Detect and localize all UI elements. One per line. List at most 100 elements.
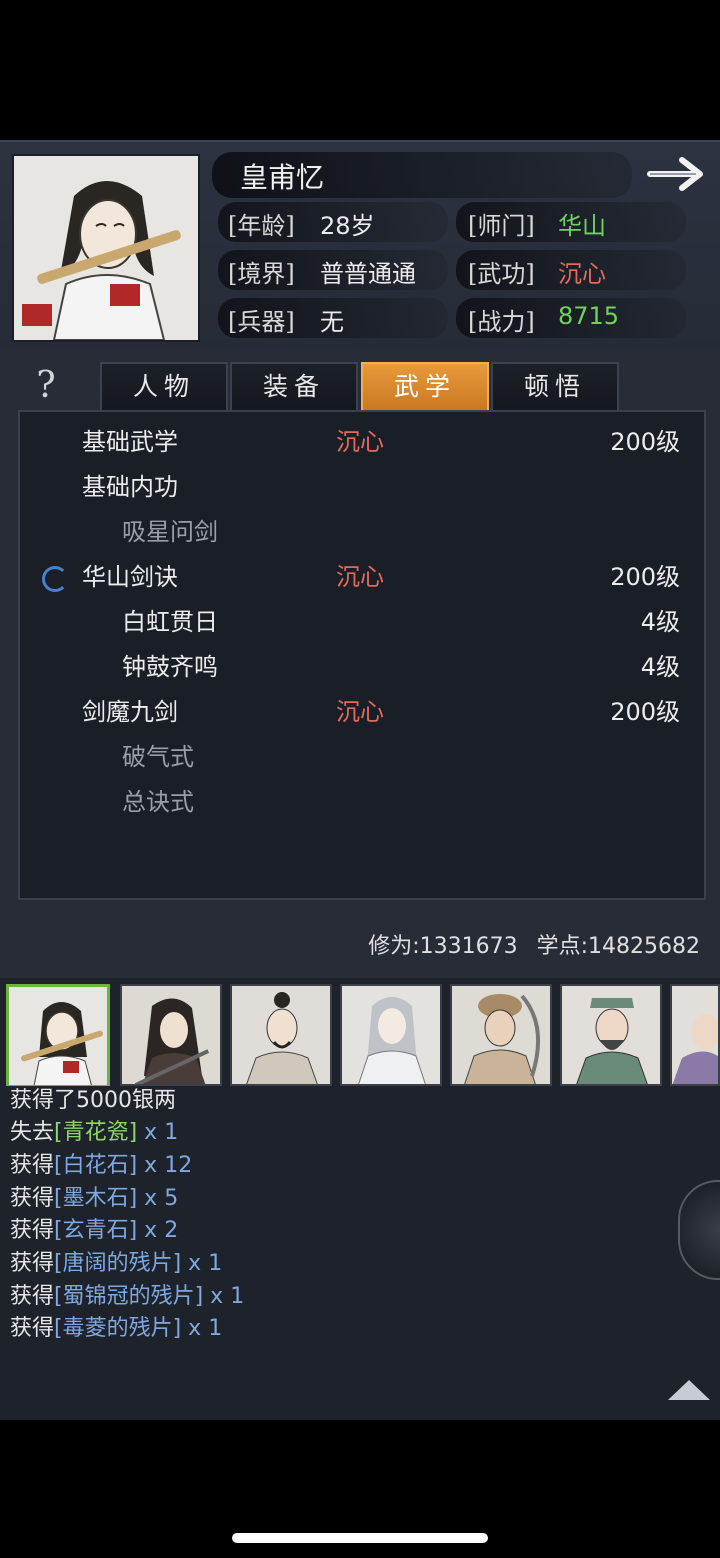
log-qty: x 1 <box>181 1251 223 1276</box>
elder-scholar-portrait-icon <box>562 986 660 1084</box>
log-item: [玄青石] <box>54 1218 138 1243</box>
active-skill-spinner-icon <box>42 566 68 592</box>
log-qty: x 1 <box>203 1284 245 1309</box>
bearded-swordsman-portrait-icon <box>232 986 330 1084</box>
character-thumb[interactable] <box>560 984 662 1086</box>
character-strip <box>0 978 720 1088</box>
character-thumb[interactable] <box>340 984 442 1086</box>
log-prefix: 获得了5000银两 <box>10 1088 176 1113</box>
character-thumb[interactable] <box>6 984 110 1088</box>
skill-level: 4级 <box>640 653 680 681</box>
tab-martial-arts[interactable]: 武学 <box>361 362 489 412</box>
character-portrait <box>12 154 200 342</box>
power-label: [战力] <box>468 308 535 336</box>
log-item: [毒菱的残片] <box>54 1316 182 1341</box>
age-value: 28岁 <box>320 212 375 240</box>
log-line: 获得[毒菱的残片] x 1 <box>10 1310 222 1342</box>
character-thumb[interactable] <box>670 984 720 1086</box>
tab-character[interactable]: 人物 <box>100 362 228 412</box>
skill-row[interactable]: 钟鼓齐鸣 4级 <box>20 645 704 690</box>
partial-portrait-icon <box>672 986 718 1084</box>
event-log: 获得了5000银两 失去[青花瓷] x 1 获得[白花石] x 12 获得[墨木… <box>0 1086 720 1420</box>
help-button[interactable]: ? <box>26 366 66 406</box>
next-character-arrow-icon[interactable] <box>646 154 710 194</box>
skill-level: 4级 <box>640 608 680 636</box>
character-name: 皇甫忆 <box>240 161 325 194</box>
log-qty: x 5 <box>137 1186 179 1211</box>
skill-row[interactable]: 华山剑诀 沉心 200级 <box>20 555 704 600</box>
log-line: 获得[白花石] x 12 <box>10 1147 192 1179</box>
skill-name: 基础武学 <box>82 428 178 456</box>
log-item: [墨木石] <box>54 1186 138 1211</box>
skill-row[interactable]: 基础武学 沉心 200级 <box>20 420 704 465</box>
skill-row[interactable]: 总诀式 <box>20 780 704 825</box>
log-item: [蜀锦冠的残片] <box>54 1284 204 1309</box>
skill-name: 基础内功 <box>82 473 178 501</box>
log-line: 失去[青花瓷] x 1 <box>10 1114 178 1146</box>
character-thumb[interactable] <box>450 984 552 1086</box>
log-prefix: 获得 <box>10 1316 55 1341</box>
skill-state: 沉心 <box>336 428 384 456</box>
log-prefix: 获得 <box>10 1153 55 1178</box>
age-label: [年龄] <box>228 212 295 240</box>
log-qty: x 12 <box>137 1153 193 1178</box>
skill-level: 200级 <box>610 563 680 591</box>
skill-row[interactable]: 基础内功 <box>20 465 704 510</box>
realm-value: 普普通通 <box>320 260 416 288</box>
weapon-label: [兵器] <box>228 308 295 336</box>
skill-level: 200级 <box>610 428 680 456</box>
skill-name: 白虹贯日 <box>122 608 218 636</box>
study-points: 学点:14825682 <box>536 934 700 959</box>
log-line: 获得[玄青石] x 2 <box>10 1212 178 1244</box>
log-qty: x 2 <box>137 1218 179 1243</box>
swordsman-portrait-icon <box>122 986 220 1084</box>
tab-enlightenment[interactable]: 顿悟 <box>491 362 619 412</box>
skill-name: 钟鼓齐鸣 <box>122 653 218 681</box>
skill-row[interactable]: 吸星问剑 <box>20 510 704 555</box>
log-prefix: 获得 <box>10 1186 55 1211</box>
points-readout: 修为:1331673 学点:14825682 <box>368 928 700 960</box>
martial-value: 沉心 <box>558 260 606 288</box>
skill-state: 沉心 <box>336 698 384 726</box>
character-header: 皇甫忆 [年龄] 28岁 [师门] 华山 [境界] 普普通通 [武功] 沉心 [… <box>0 140 720 352</box>
home-indicator[interactable] <box>232 1533 488 1543</box>
sect-value: 华山 <box>558 212 606 240</box>
skill-name: 吸星问剑 <box>122 518 218 546</box>
log-item: [白花石] <box>54 1153 138 1178</box>
skill-name: 华山剑诀 <box>82 563 178 591</box>
scroll-up-triangle-icon[interactable] <box>668 1380 710 1400</box>
fur-hat-warrior-portrait-icon <box>452 986 550 1084</box>
log-line: 获得[蜀锦冠的残片] x 1 <box>10 1278 244 1310</box>
log-qty: x 1 <box>137 1120 179 1145</box>
skill-level: 200级 <box>610 698 680 726</box>
tab-equipment[interactable]: 装备 <box>230 362 358 412</box>
skill-name: 破气式 <box>122 743 194 771</box>
skill-name: 总诀式 <box>122 788 194 816</box>
character-thumb[interactable] <box>230 984 332 1086</box>
skill-row[interactable]: 剑魔九剑 沉心 200级 <box>20 690 704 735</box>
martial-label: [武功] <box>468 260 535 288</box>
cultivation-points: 修为:1331673 <box>368 934 518 959</box>
skill-row[interactable]: 破气式 <box>20 735 704 780</box>
character-thumb[interactable] <box>120 984 222 1086</box>
log-line: 获得[唐阔的残片] x 1 <box>10 1245 222 1277</box>
log-prefix: 获得 <box>10 1284 55 1309</box>
log-prefix: 获得 <box>10 1218 55 1243</box>
log-item: [青花瓷] <box>54 1120 138 1145</box>
log-qty: x 1 <box>181 1316 223 1341</box>
martial-arts-panel: ? 人物 装备 武学 顿悟 基础武学 沉心 200级 基础内功 吸星问剑 华山剑… <box>0 350 720 978</box>
weapon-value: 无 <box>320 308 344 336</box>
skills-list: 基础武学 沉心 200级 基础内功 吸星问剑 华山剑诀 沉心 200级 白虹贯日… <box>18 410 706 900</box>
log-line: 获得了5000银两 <box>10 1086 176 1114</box>
white-haired-hero-portrait-icon <box>342 986 440 1084</box>
skill-row[interactable]: 白虹贯日 4级 <box>20 600 704 645</box>
scholar-flute-portrait-icon <box>9 987 107 1085</box>
log-prefix: 失去 <box>10 1120 55 1145</box>
log-item: [唐阔的残片] <box>54 1251 182 1276</box>
log-line: 获得[墨木石] x 5 <box>10 1180 178 1212</box>
skill-state: 沉心 <box>336 563 384 591</box>
scholar-flute-portrait-icon <box>14 156 198 340</box>
power-value: 8715 <box>558 302 620 330</box>
sect-label: [师门] <box>468 212 535 240</box>
realm-label: [境界] <box>228 260 295 288</box>
